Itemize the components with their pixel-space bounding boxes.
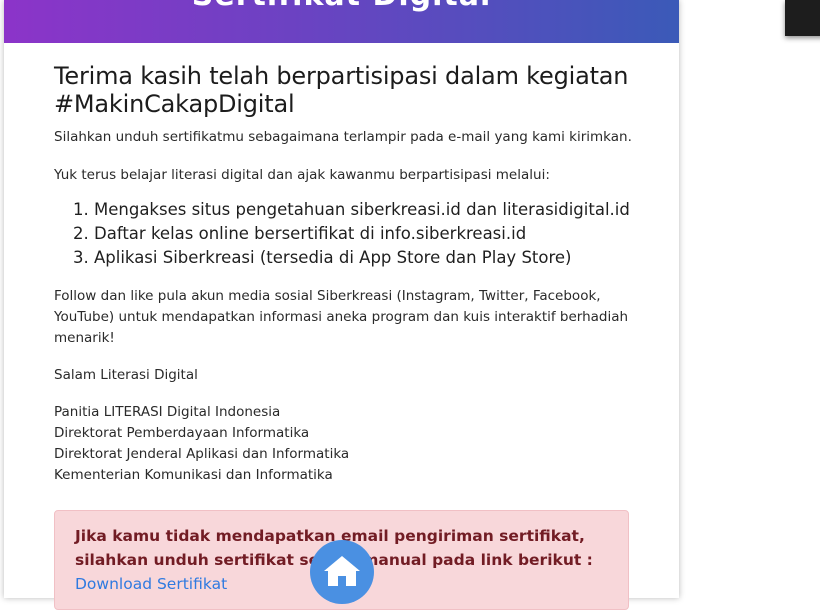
home-icon: [324, 556, 360, 586]
signature-line: Kementerian Komunikasi dan Informatika: [54, 467, 333, 483]
signature-line: Panitia LITERASI Digital Indonesia: [54, 404, 281, 420]
greeting-text: Salam Literasi Digital: [54, 367, 198, 383]
list-item: Aplikasi Siberkreasi (tersedia di App St…: [94, 246, 634, 270]
signature-line: Direktorat Pemberdayaan Informatika: [54, 425, 310, 441]
invite-text: Yuk terus belajar literasi digital dan a…: [54, 167, 550, 183]
page-title: Terima kasih telah berpartisipasi dalam …: [54, 62, 629, 118]
list-item: Mengakses situs pengetahuan siberkreasi.…: [94, 198, 634, 222]
certificate-card: Sertifikat Digital Terima kasih telah be…: [4, 0, 679, 598]
home-button[interactable]: [310, 540, 374, 604]
card-header: Sertifikat Digital: [4, 0, 679, 43]
list-item: Daftar kelas online bersertifikat di inf…: [94, 222, 634, 246]
intro-text: Silahkan unduh sertifikatmu sebagaimana …: [54, 129, 632, 145]
activity-list: Mengakses situs pengetahuan siberkreasi.…: [54, 198, 634, 270]
signature-block: Panitia LITERASI Digital Indonesia Direk…: [54, 402, 634, 486]
header-title: Sertifikat Digital: [4, 0, 679, 13]
card-content: Terima kasih telah berpartisipasi dalam …: [54, 62, 634, 486]
signature-line: Direktorat Jenderal Aplikasi dan Informa…: [54, 446, 350, 462]
follow-text: Follow dan like pula akun media sosial S…: [54, 288, 629, 346]
corner-widget: [785, 0, 820, 36]
